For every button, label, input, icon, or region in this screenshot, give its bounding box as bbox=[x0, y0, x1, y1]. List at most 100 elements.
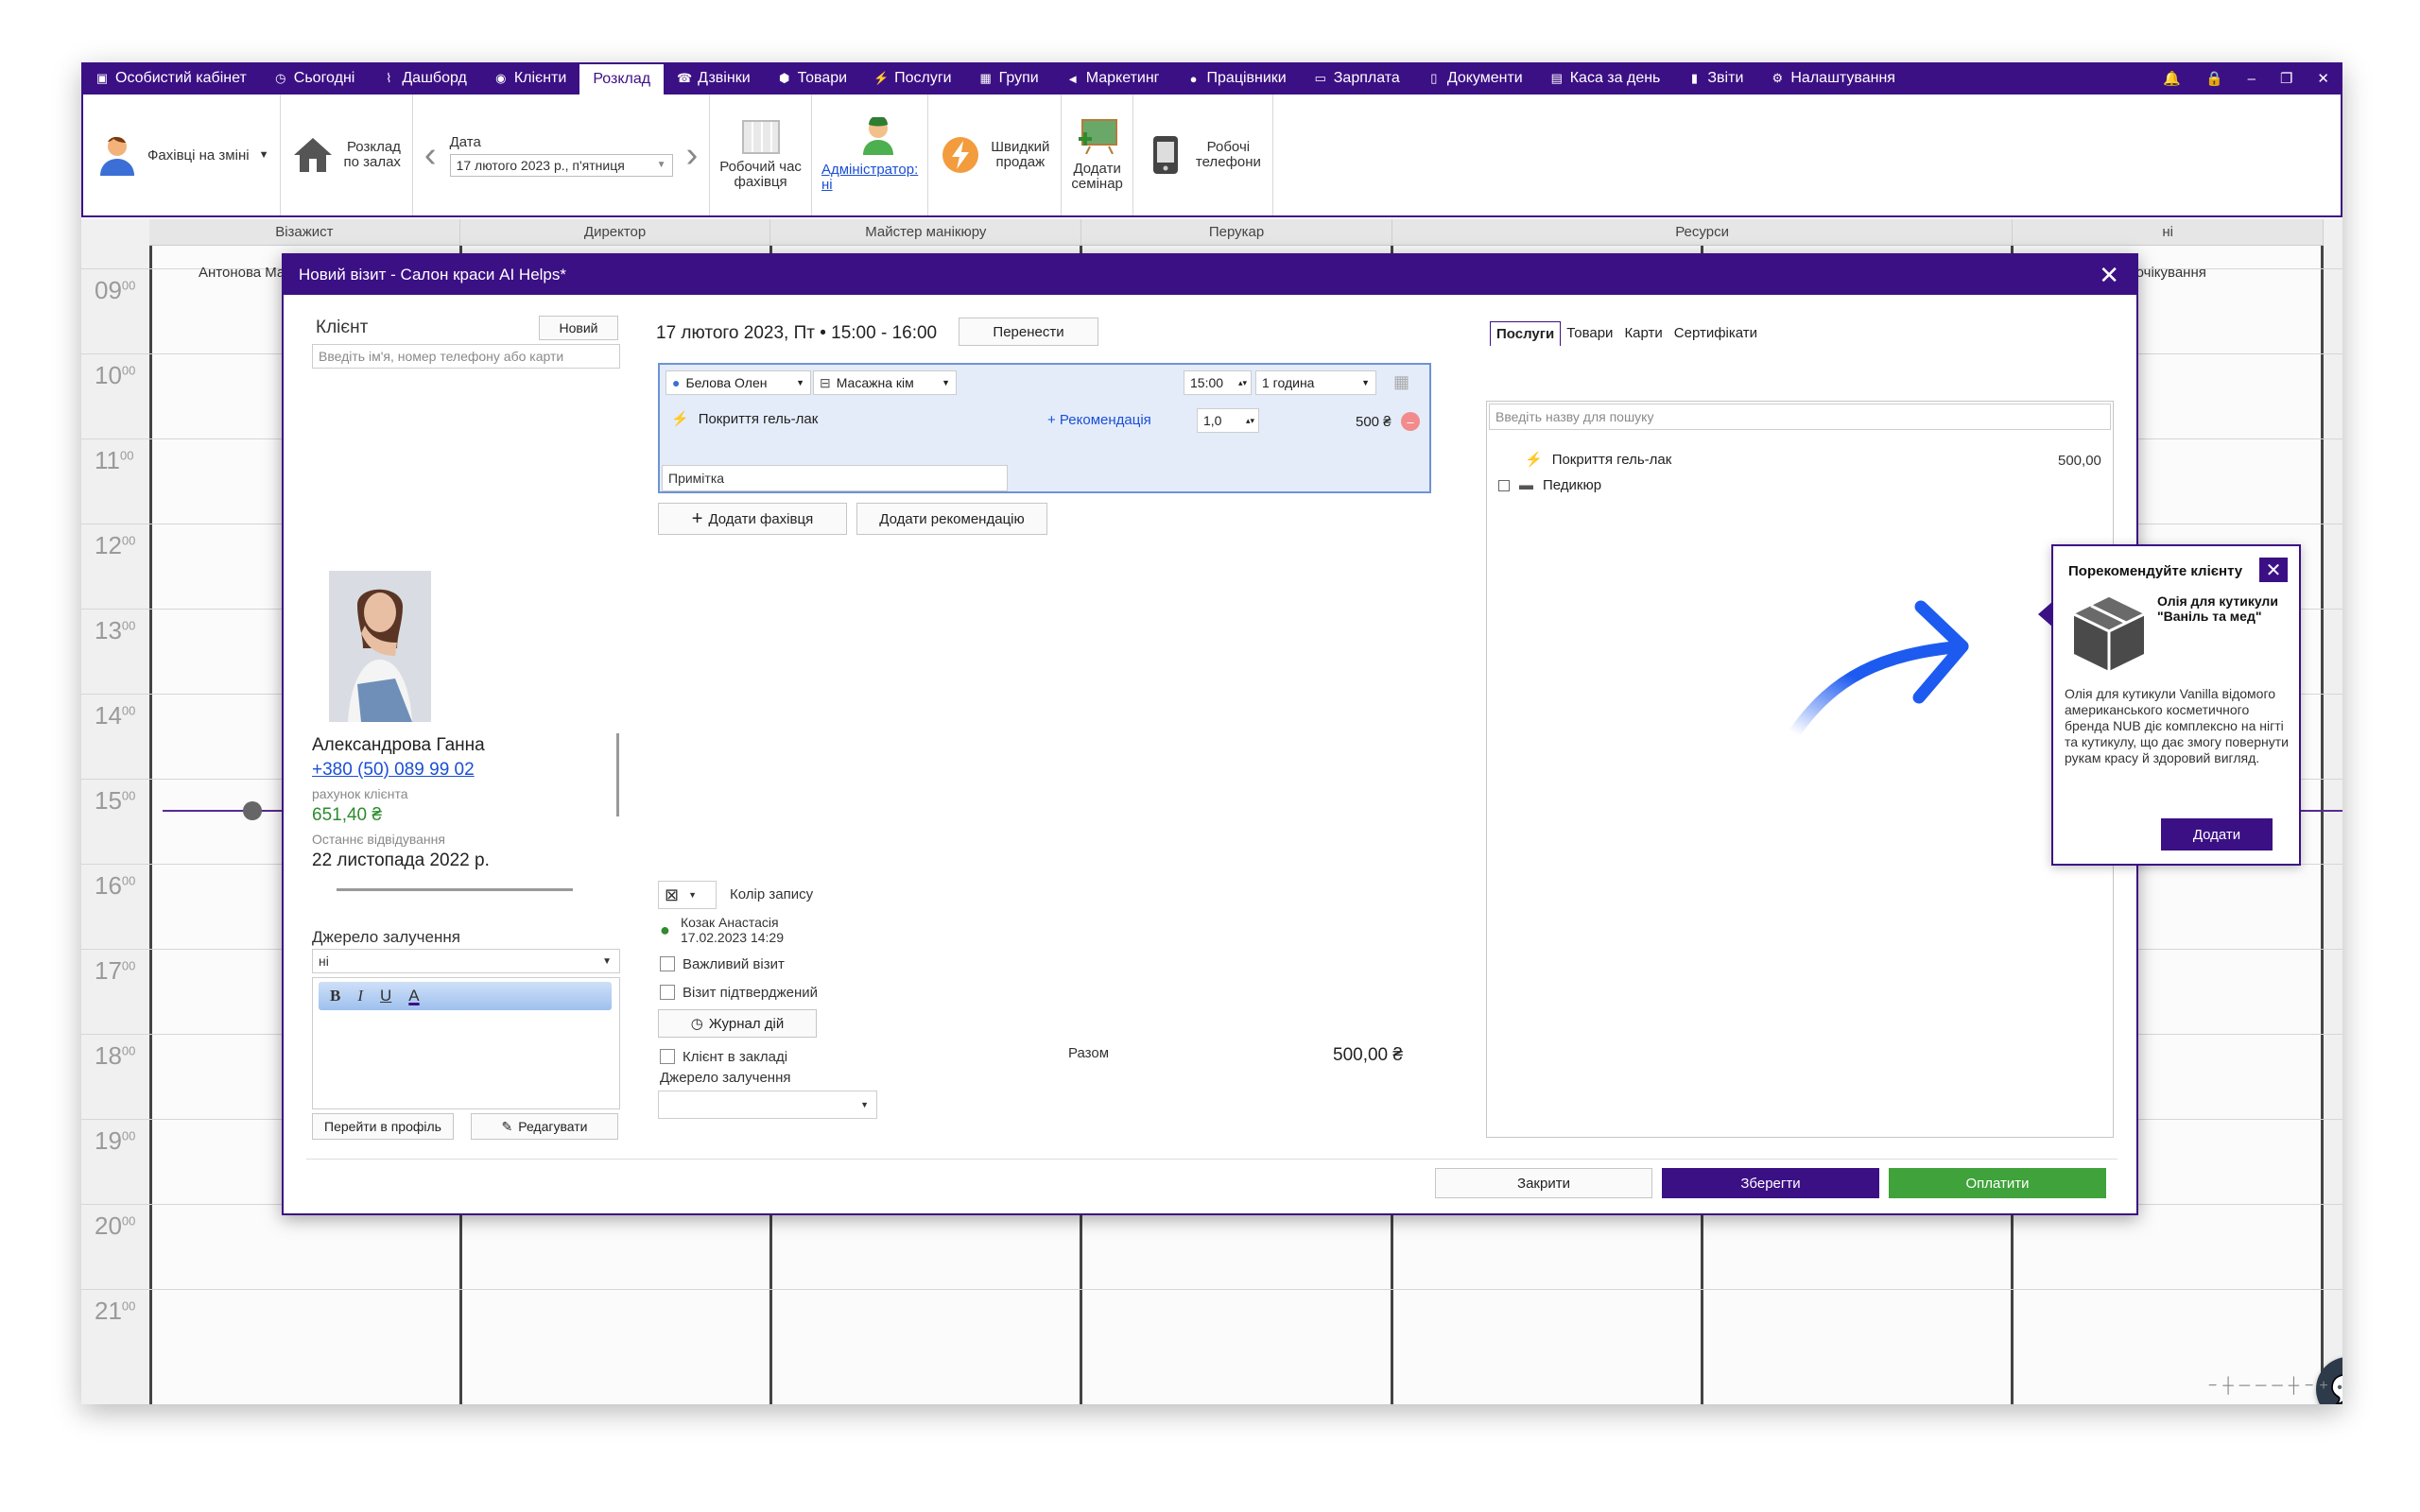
person-icon: ● bbox=[672, 375, 681, 390]
tab-3[interactable]: ◉ Клієнти bbox=[480, 62, 579, 94]
bell-icon[interactable]: 🔔 bbox=[2163, 70, 2181, 87]
services-tab[interactable]: Послуги bbox=[1490, 321, 1562, 346]
tab-4[interactable]: Розклад bbox=[579, 64, 665, 94]
tab-9[interactable]: ◄ Маркетинг bbox=[1052, 62, 1173, 94]
expand-toggle-icon[interactable] bbox=[1498, 479, 1510, 491]
visit-confirmed-checkbox[interactable] bbox=[660, 985, 675, 1000]
house-icon bbox=[292, 134, 334, 176]
remove-service-icon[interactable]: – bbox=[1401, 412, 1420, 431]
edit-client-button[interactable]: ✎ Редагувати bbox=[471, 1113, 618, 1140]
callout-arrow-icon bbox=[1788, 600, 1969, 740]
services-tab[interactable]: Товари bbox=[1561, 321, 1618, 346]
tab-1[interactable]: ◷ Сьогодні bbox=[260, 62, 369, 94]
calendar-grid-icon bbox=[741, 120, 780, 154]
product-name: Олія для кутикули "Ваніль та мед" bbox=[2157, 593, 2278, 624]
new-client-button[interactable]: Новий bbox=[539, 316, 618, 340]
client-phone-link[interactable]: +380 (50) 089 99 02 bbox=[312, 760, 475, 781]
hour-minutes: 00 bbox=[121, 1213, 136, 1228]
edit-button-label: Редагувати bbox=[518, 1119, 588, 1134]
bold-button[interactable]: B bbox=[330, 987, 340, 1005]
admin-person-icon bbox=[859, 115, 897, 159]
go-profile-button[interactable]: Перейти в профіль bbox=[312, 1113, 454, 1140]
quantity-stepper[interactable]: 1,0 ▴▾ bbox=[1197, 408, 1259, 433]
close-icon[interactable]: ✕ bbox=[2099, 261, 2119, 289]
save-button[interactable]: Зберегти bbox=[1662, 1168, 1879, 1198]
list-item[interactable]: ▬ Педикюр bbox=[1498, 477, 1601, 493]
tab-15[interactable]: ⚙ Налаштування bbox=[1756, 62, 1909, 94]
close-button[interactable]: Закрити bbox=[1435, 1168, 1652, 1198]
money-icon: ▭ bbox=[1314, 71, 1326, 85]
admin-label[interactable]: Адміністратор: bbox=[821, 163, 918, 178]
specialist-worktime-button[interactable]: Робочий час фахівця bbox=[710, 94, 812, 215]
dialog-title: Новий візит - Салон краси AI Helps* bbox=[299, 266, 566, 284]
specialist-select[interactable]: ● Белова Олен ▼ bbox=[666, 370, 811, 395]
service-search-input[interactable]: Введіть назву для пошуку bbox=[1489, 404, 2111, 430]
tab-11[interactable]: ▭ Зарплата bbox=[1300, 62, 1413, 94]
add-specialist-button[interactable]: + Додати фахівця bbox=[658, 503, 847, 535]
time-stepper[interactable]: 15:00 ▴▾ bbox=[1184, 370, 1252, 395]
calendar-icon[interactable]: ▦ bbox=[1393, 372, 1409, 392]
source-value: ні bbox=[319, 954, 329, 969]
add-recommendation-button[interactable]: Додати рекомендацію bbox=[856, 503, 1047, 535]
add-seminar-button[interactable]: Додати семінар bbox=[1062, 94, 1133, 215]
tab-6[interactable]: ⬢ Товари bbox=[764, 62, 860, 94]
lightning-icon bbox=[940, 134, 981, 176]
source-select[interactable]: ні ▼ bbox=[312, 949, 620, 973]
action-log-button[interactable]: ◷ Журнал дій bbox=[658, 1009, 817, 1038]
staff-on-shift-button[interactable]: Фахівці на зміні ▼ bbox=[83, 94, 282, 215]
important-visit-checkbox[interactable] bbox=[660, 956, 675, 971]
services-tab[interactable]: Карти bbox=[1618, 321, 1668, 346]
services-tab[interactable]: Сертифікати bbox=[1668, 321, 1763, 346]
scrollbar-vertical[interactable] bbox=[616, 733, 619, 816]
italic-button[interactable]: I bbox=[357, 987, 363, 1005]
note-editor[interactable]: B I U A bbox=[312, 977, 620, 1109]
lightning-icon: ⚡ bbox=[1525, 452, 1543, 468]
chevron-left-icon[interactable]: ‹ bbox=[424, 135, 437, 176]
phone-icon bbox=[1145, 134, 1186, 176]
creator-person-icon: ● bbox=[660, 920, 670, 939]
tab-7[interactable]: ⚡ Послуги bbox=[860, 62, 965, 94]
hour-label: 0900 bbox=[95, 276, 135, 305]
note-input[interactable]: Примітка bbox=[662, 465, 1008, 491]
move-visit-button[interactable]: Перенести bbox=[959, 318, 1098, 346]
creator-name: Козак Анастасія bbox=[681, 915, 779, 930]
add-recommendation-link[interactable]: + Рекомендація bbox=[1047, 412, 1151, 428]
admin-toggle[interactable]: Адміністратор: ні bbox=[812, 94, 929, 215]
zoom-slider[interactable]: −┼───┼−+ bbox=[2208, 1378, 2334, 1395]
tab-label: Працівники bbox=[1206, 70, 1287, 86]
lock-icon[interactable]: 🔒 bbox=[2205, 70, 2223, 87]
work-phones-button[interactable]: Робочі телефони bbox=[1133, 94, 1273, 215]
tab-12[interactable]: ▯ Документи bbox=[1413, 62, 1536, 94]
add-product-button[interactable]: Додати bbox=[2161, 818, 2273, 850]
tab-2[interactable]: ⌇ Дашборд bbox=[368, 62, 480, 94]
room-select[interactable]: ⊟ Масажна кім ▼ bbox=[813, 370, 957, 395]
close-icon[interactable]: ✕ bbox=[2317, 70, 2329, 87]
minimize-icon[interactable]: – bbox=[2248, 71, 2256, 87]
record-color-select[interactable]: ⊠ ▼ bbox=[658, 881, 717, 909]
tab-13[interactable]: ▤ Каса за день bbox=[1536, 62, 1674, 94]
text-color-button[interactable]: A bbox=[408, 987, 419, 1005]
client-search-input[interactable]: Введіть ім'я, номер телефону або карти bbox=[312, 344, 620, 369]
hour-value: 17 bbox=[95, 956, 122, 985]
list-item[interactable]: ⚡ Покриття гель-лак bbox=[1525, 451, 1671, 469]
quick-sale-button[interactable]: Швидкий продаж bbox=[928, 94, 1063, 215]
duration-select[interactable]: 1 година ▼ bbox=[1255, 370, 1376, 395]
staff-subheader-right: г очікування bbox=[2127, 265, 2206, 281]
close-icon[interactable]: ✕ bbox=[2259, 558, 2288, 582]
tab-8[interactable]: ▦ Групи bbox=[965, 62, 1052, 94]
tab-14[interactable]: ▮ Звіти bbox=[1673, 62, 1756, 94]
admin-value[interactable]: ні bbox=[821, 178, 833, 193]
tab-5[interactable]: ☎ Дзвінки bbox=[664, 62, 764, 94]
hour-label: 1800 bbox=[95, 1041, 135, 1071]
restore-icon[interactable]: ❐ bbox=[2280, 70, 2292, 87]
scrollbar-horizontal[interactable] bbox=[337, 888, 573, 891]
pay-button[interactable]: Оплатити bbox=[1889, 1168, 2106, 1198]
chevron-right-icon[interactable]: › bbox=[686, 135, 699, 176]
tab-10[interactable]: ● Працівники bbox=[1173, 62, 1300, 94]
tab-0[interactable]: ▣ Особистий кабінет bbox=[81, 62, 260, 94]
date-picker[interactable]: 17 лютого 2023 р., п'ятниця ▼ bbox=[449, 153, 673, 177]
client-in-salon-checkbox[interactable] bbox=[660, 1049, 675, 1064]
source-select-2[interactable]: ▼ bbox=[658, 1091, 877, 1119]
schedule-by-halls-button[interactable]: Розклад по залах bbox=[281, 94, 413, 215]
underline-button[interactable]: U bbox=[380, 987, 391, 1005]
